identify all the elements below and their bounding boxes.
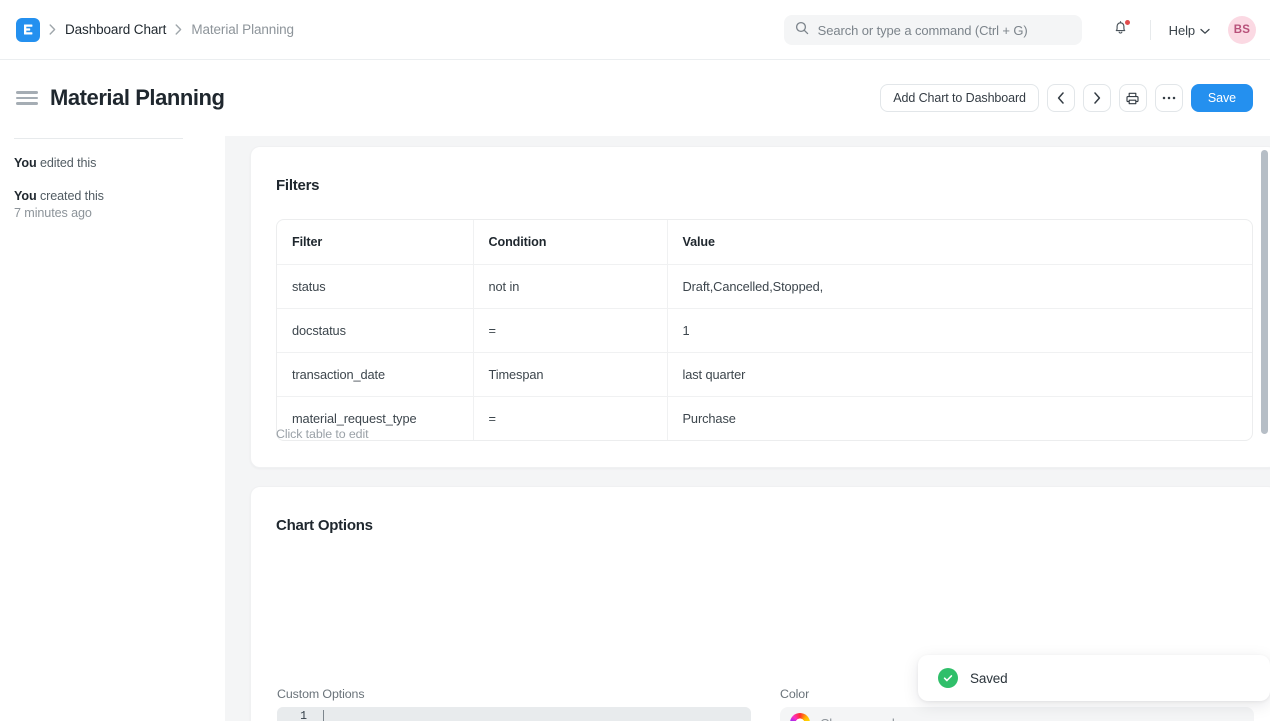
toast-notification: Saved [918,655,1270,701]
breadcrumb-item-material-planning[interactable]: Material Planning [191,22,294,37]
cell-condition: Timespan [473,352,667,396]
success-check-icon [938,668,958,688]
color-input[interactable]: Choose a color [780,707,1254,721]
activity-item-created: You created this [14,188,104,205]
table-header-row: Filter Condition Value [277,220,1252,264]
breadcrumb-item-dashboard-chart[interactable]: Dashboard Chart [65,22,166,37]
hamburger-bar [16,97,38,100]
content-area: Filters Filter Condition Value status no… [225,136,1270,721]
help-menu-button[interactable]: Help [1165,19,1214,42]
cell-filter: docstatus [277,308,473,352]
code-line-number: 1 [300,710,307,721]
next-button[interactable] [1083,84,1111,112]
filters-card: Filters Filter Condition Value status no… [250,146,1270,468]
table-row[interactable]: status not in Draft,Cancelled,Stopped, [277,264,1252,308]
navbar-divider [1150,20,1151,40]
chevron-right-icon [1093,92,1101,104]
chevron-left-icon [1057,92,1065,104]
breadcrumb: Dashboard Chart Material Planning [0,18,294,42]
custom-options-code-editor[interactable]: 1 [277,707,751,721]
save-button[interactable]: Save [1191,84,1253,112]
help-label: Help [1169,23,1195,38]
chevron-right-icon [175,24,182,35]
add-chart-to-dashboard-button[interactable]: Add Chart to Dashboard [880,84,1039,112]
table-row[interactable]: transaction_date Timespan last quarter [277,352,1252,396]
hamburger-bar [16,91,38,94]
cell-value: Purchase [667,396,1252,440]
color-label: Color [780,687,809,701]
custom-options-label: Custom Options [277,687,364,701]
navbar-right: Search or type a command (Ctrl + G) Help… [784,0,1256,60]
printer-icon [1125,91,1140,106]
chevron-right-icon [49,24,56,35]
table-row[interactable]: material_request_type = Purchase [277,396,1252,440]
cell-value: 1 [667,308,1252,352]
filters-table-hint: Click table to edit [276,427,368,441]
search-placeholder: Search or type a command (Ctrl + G) [818,23,1028,38]
color-placeholder: Choose a color [820,716,906,721]
activity-text: edited this [37,156,97,170]
sidebar-divider [14,138,183,139]
activity-actor: You [14,189,37,203]
page-body: You edited this You created this 7 minut… [0,136,1270,721]
column-header-value: Value [667,220,1252,264]
page-actions: Add Chart to Dashboard Save [880,60,1253,136]
table-row[interactable]: docstatus = 1 [277,308,1252,352]
app-logo-icon[interactable] [16,18,40,42]
notification-badge-dot [1125,20,1130,25]
cell-condition: not in [473,264,667,308]
cell-filter: transaction_date [277,352,473,396]
activity-text: created this [37,189,104,203]
cell-filter: status [277,264,473,308]
more-options-button[interactable] [1155,84,1183,112]
filters-card-title: Filters [276,177,319,194]
color-wheel-icon[interactable] [790,713,810,721]
sidebar-toggle-icon[interactable] [16,91,38,105]
code-active-line-highlight [277,707,751,721]
hamburger-bar [16,102,38,105]
notifications-button[interactable] [1106,15,1136,45]
cell-condition: = [473,396,667,440]
activity-item-edited: You edited this [14,155,96,172]
page-title: Material Planning [50,85,225,111]
column-header-condition: Condition [473,220,667,264]
column-header-filter: Filter [277,220,473,264]
code-gutter: 1 [277,707,315,721]
code-caret [323,710,324,721]
filters-table[interactable]: Filter Condition Value status not in Dra… [276,219,1253,441]
ellipsis-icon [1162,96,1176,100]
avatar[interactable]: BS [1228,16,1256,44]
search-icon [795,21,809,40]
page-scrollbar[interactable] [1259,136,1270,721]
navbar: Dashboard Chart Material Planning Search… [0,0,1270,60]
scrollbar-thumb[interactable] [1261,150,1268,434]
cell-condition: = [473,308,667,352]
previous-button[interactable] [1047,84,1075,112]
chevron-down-icon [1200,23,1210,38]
sidebar: You edited this You created this 7 minut… [0,136,225,721]
search-input[interactable]: Search or type a command (Ctrl + G) [784,15,1082,45]
print-button[interactable] [1119,84,1147,112]
activity-timestamp: 7 minutes ago [14,206,92,220]
cell-value: last quarter [667,352,1252,396]
page-header: Material Planning Add Chart to Dashboard… [0,60,1270,136]
chart-options-card-title: Chart Options [276,517,373,534]
activity-actor: You [14,156,37,170]
cell-value: Draft,Cancelled,Stopped, [667,264,1252,308]
toast-message: Saved [970,671,1008,686]
